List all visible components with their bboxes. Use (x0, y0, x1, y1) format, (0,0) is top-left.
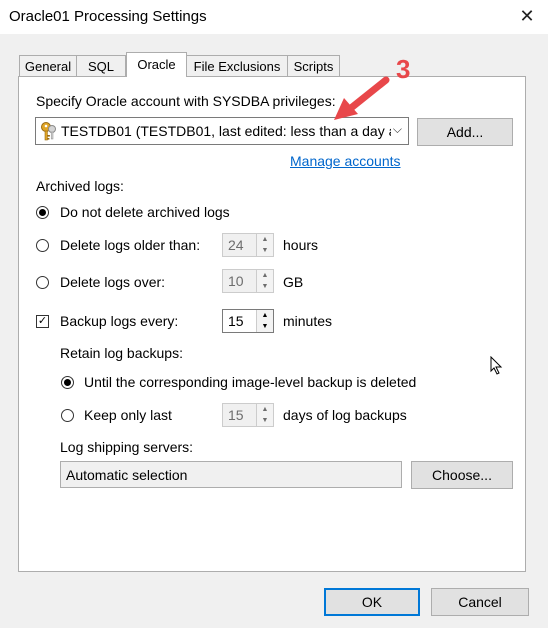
radio-do-not-delete[interactable] (36, 206, 49, 219)
retain-until-label: Until the corresponding image-level back… (84, 374, 417, 390)
manage-accounts-link[interactable]: Manage accounts (290, 153, 401, 169)
window-title: Oracle01 Processing Settings (9, 8, 207, 25)
log-shipping-value: Automatic selection (66, 467, 188, 483)
hours-unit-label: hours (283, 237, 319, 253)
over-gb-stepper[interactable]: 10 ▲ ▼ (222, 269, 274, 293)
tab-general-label: General (24, 59, 72, 74)
tab-file-exclusions[interactable]: File Exclusions (186, 55, 288, 76)
keep-last-label: Keep only last (84, 407, 172, 423)
step-annotation: 3 (396, 54, 411, 84)
keep-days-stepper[interactable]: 15 ▲ ▼ (222, 403, 274, 427)
backup-minutes-value: 15 (228, 313, 244, 329)
radio-delete-older[interactable] (36, 239, 49, 252)
add-account-button[interactable]: Add... (417, 118, 513, 146)
ok-button[interactable]: OK (324, 588, 420, 616)
minutes-unit-label: minutes (283, 313, 333, 329)
cursor-icon (490, 356, 503, 375)
close-icon[interactable]: ✕ (514, 4, 540, 28)
spin-down-icon[interactable]: ▼ (256, 245, 273, 256)
key-icon (41, 122, 56, 141)
log-shipping-field: Automatic selection (60, 461, 402, 488)
tab-oracle-label: Oracle (137, 57, 176, 72)
tab-oracle[interactable]: Oracle (126, 52, 187, 77)
spin-down-icon[interactable]: ▼ (256, 321, 273, 332)
tab-scripts-label: Scripts (293, 59, 334, 74)
older-hours-stepper[interactable]: 24 ▲ ▼ (222, 233, 274, 257)
account-label: Specify Oracle account with SYSDBA privi… (36, 93, 336, 109)
retain-label: Retain log backups: (60, 345, 183, 361)
gb-unit-label: GB (283, 274, 304, 290)
do-not-delete-label: Do not delete archived logs (60, 204, 230, 220)
backup-minutes-stepper[interactable]: 15 ▲ ▼ (222, 309, 274, 333)
backup-logs-label: Backup logs every: (60, 313, 179, 329)
older-hours-value: 24 (228, 237, 244, 253)
tab-file-exclusions-label: File Exclusions (193, 59, 281, 74)
over-gb-value: 10 (228, 273, 244, 289)
keep-days-value: 15 (228, 407, 244, 423)
tab-general[interactable]: General (19, 55, 77, 76)
chevron-down-icon: ⌵ (392, 122, 402, 136)
archived-logs-label: Archived logs: (36, 178, 124, 194)
delete-over-label: Delete logs over: (60, 274, 166, 290)
radio-keep-last[interactable] (61, 409, 74, 422)
delete-older-label: Delete logs older than: (60, 237, 201, 253)
backup-logs-checkbox[interactable]: ✓ (36, 315, 49, 328)
keep-days-unit-label: days of log backups (283, 407, 407, 423)
spin-down-icon[interactable]: ▼ (256, 415, 273, 426)
radio-delete-over[interactable] (36, 276, 49, 289)
radio-retain-until[interactable] (61, 376, 74, 389)
choose-button[interactable]: Choose... (411, 461, 513, 489)
spin-down-icon[interactable]: ▼ (256, 281, 273, 292)
log-shipping-label: Log shipping servers: (60, 439, 194, 455)
tab-sql[interactable]: SQL (76, 55, 126, 76)
annotation-arrow-icon (334, 76, 390, 120)
title-bar: Oracle01 Processing Settings ✕ (0, 0, 548, 34)
tab-sql-label: SQL (87, 59, 114, 74)
cancel-button[interactable]: Cancel (431, 588, 529, 616)
